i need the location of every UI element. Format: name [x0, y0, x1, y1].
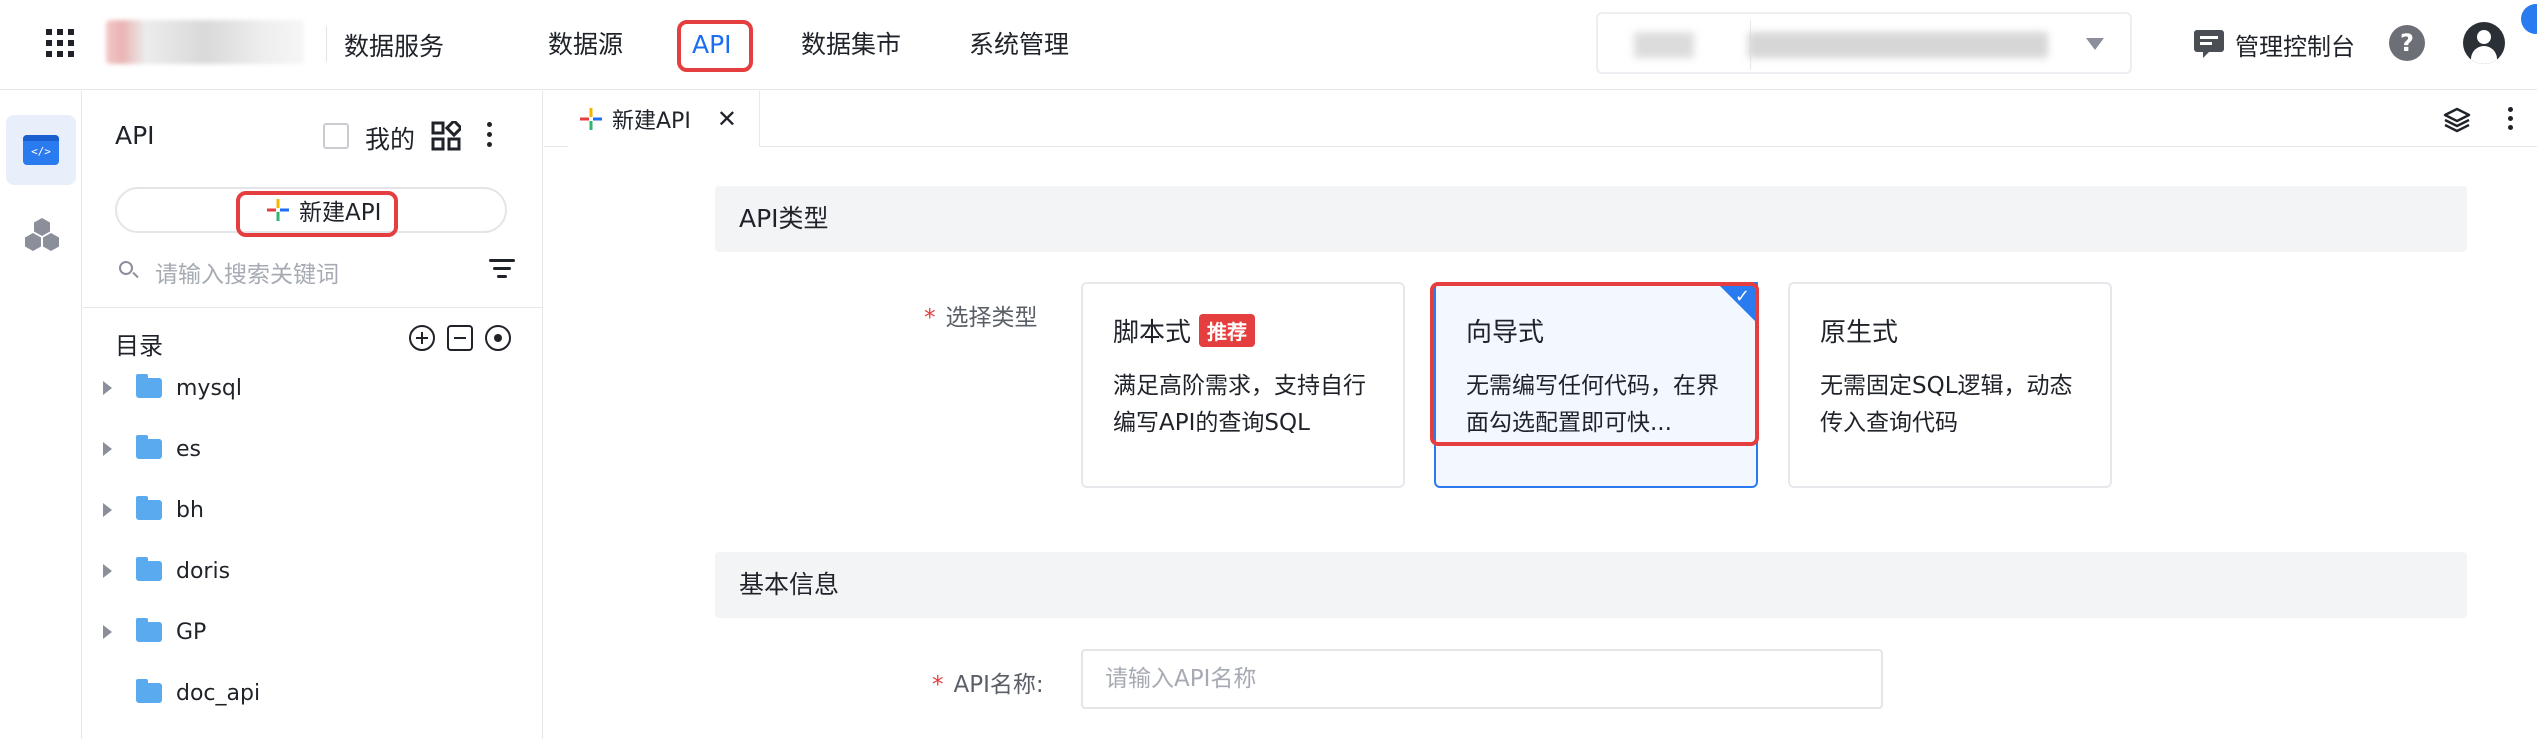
- card-title-row: 原生式: [1820, 312, 1898, 349]
- console-link[interactable]: 管理控制台: [2193, 26, 2355, 62]
- tab-label: 新建API: [612, 109, 691, 134]
- folder-icon: [136, 496, 162, 520]
- collapse-all-icon[interactable]: [447, 325, 473, 351]
- card-description: 满足高阶需求，支持自行编写API的查询SQL: [1113, 373, 1366, 436]
- editor-tab-bar: 新建API ✕: [544, 91, 2537, 147]
- code-window-icon: </>: [23, 135, 59, 165]
- mine-label[interactable]: 我的: [365, 120, 415, 156]
- layout-switch-icon[interactable]: [431, 121, 461, 151]
- tab-new-api[interactable]: 新建API ✕: [568, 91, 760, 147]
- tree-item-mysql[interactable]: mysql: [103, 368, 242, 408]
- tree-item-bh[interactable]: bh: [103, 490, 204, 530]
- user-avatar[interactable]: [2463, 22, 2505, 64]
- sidebar-search[interactable]: 请输入搜索关键词: [115, 251, 515, 291]
- cubes-icon[interactable]: [24, 216, 60, 252]
- more-vertical-icon[interactable]: [481, 117, 497, 153]
- expand-caret-icon[interactable]: [103, 381, 112, 395]
- apps-grid-icon[interactable]: [44, 27, 76, 59]
- expand-caret-icon[interactable]: [103, 503, 112, 517]
- section-api-type: API类型: [715, 186, 2467, 252]
- tree-item-label: bh: [176, 497, 204, 523]
- sidebar-divider: [83, 307, 542, 308]
- avatar-body-shape: [2471, 46, 2497, 64]
- workspace-name-blurred: [1748, 32, 2048, 58]
- close-icon[interactable]: ✕: [717, 105, 737, 133]
- folder-icon: [136, 618, 162, 642]
- type-card-native[interactable]: 原生式 无需固定SQL逻辑，动态传入查询代码: [1788, 282, 2112, 488]
- folder-icon: [136, 679, 162, 703]
- top-navigation-bar: 数据服务 数据源 API 数据集市 系统管理 管理控制台 ?: [0, 0, 2537, 90]
- required-mark: *: [924, 305, 936, 331]
- wizard-card-highlight: [1430, 282, 1759, 446]
- section-basic-info: 基本信息: [715, 552, 2467, 618]
- help-icon[interactable]: ?: [2389, 25, 2425, 61]
- product-name: 数据服务: [344, 32, 445, 61]
- recommend-badge: 推荐: [1199, 314, 1256, 347]
- tree-item-label: es: [176, 436, 201, 462]
- mine-checkbox[interactable]: [323, 123, 349, 149]
- chevron-down-icon: [2086, 38, 2104, 50]
- sidebar-title: API: [115, 121, 155, 150]
- search-placeholder: 请输入搜索关键词: [155, 262, 339, 288]
- nav-item-datasource[interactable]: 数据源: [548, 22, 623, 68]
- expand-caret-icon[interactable]: [103, 564, 112, 578]
- expand-caret-icon[interactable]: [103, 625, 112, 639]
- header-divider: [326, 26, 327, 62]
- no-caret-spacer: [103, 686, 112, 700]
- search-icon: [119, 261, 133, 275]
- folder-icon: [136, 435, 162, 459]
- rail-item-api-dev[interactable]: </>: [6, 115, 76, 185]
- tree-item-label: GP: [176, 619, 207, 645]
- card-title-row: 脚本式 推荐: [1113, 312, 1256, 349]
- api-name-field[interactable]: [1081, 649, 1883, 709]
- console-label: 管理控制台: [2235, 32, 2355, 61]
- console-icon: [2194, 30, 2224, 58]
- tree-item-label: mysql: [176, 375, 242, 401]
- folder-icon: [136, 557, 162, 581]
- select-type-label: * 选择类型: [924, 298, 1038, 332]
- select-type-text: 选择类型: [945, 305, 1038, 331]
- more-vertical-icon[interactable]: [2505, 103, 2515, 135]
- add-circle-icon[interactable]: [409, 325, 435, 351]
- new-api-highlight: [236, 191, 398, 237]
- tree-item-label: doc_api: [176, 680, 261, 706]
- tree-toolbar: [409, 325, 511, 351]
- nav-item-system-admin[interactable]: 系统管理: [969, 22, 1069, 68]
- workspace-select[interactable]: [1596, 12, 2132, 74]
- api-name-text: API名称:: [953, 672, 1044, 698]
- tree-item-gp[interactable]: GP: [103, 612, 206, 652]
- type-card-script[interactable]: 脚本式 推荐 满足高阶需求，支持自行编写API的查询SQL: [1081, 282, 1405, 488]
- workspace-tenant-blurred: [1634, 32, 1694, 58]
- tree-item-es[interactable]: es: [103, 429, 201, 469]
- locate-icon[interactable]: [485, 325, 511, 351]
- tree-item-doc-api[interactable]: doc_api: [103, 673, 260, 713]
- card-title: 脚本式: [1113, 318, 1192, 348]
- folder-icon: [136, 374, 162, 398]
- nav-item-data-market[interactable]: 数据集市: [801, 22, 901, 68]
- layers-icon[interactable]: [2443, 107, 2471, 133]
- left-icon-rail: </>: [0, 91, 82, 739]
- nav-api-highlight: [677, 20, 753, 72]
- api-name-label: * API名称:: [932, 665, 1044, 699]
- colorful-plus-icon: [580, 108, 602, 130]
- notification-dot[interactable]: [2521, 4, 2537, 34]
- tree-title: 目录: [115, 332, 163, 360]
- card-title: 原生式: [1820, 318, 1899, 348]
- tree-item-doris[interactable]: doris: [103, 551, 230, 591]
- tree-item-label: doris: [176, 558, 231, 584]
- api-sidebar: API 我的 新建API 请输入搜索关键词 目录 mysql es bh dor…: [83, 91, 543, 739]
- filter-icon[interactable]: [489, 259, 515, 281]
- expand-caret-icon[interactable]: [103, 442, 112, 456]
- required-mark: *: [932, 672, 944, 698]
- card-description: 无需固定SQL逻辑，动态传入查询代码: [1820, 373, 2073, 436]
- avatar-head-shape: [2477, 30, 2491, 44]
- api-name-input[interactable]: [1083, 651, 1881, 707]
- brand-logo: [106, 20, 304, 64]
